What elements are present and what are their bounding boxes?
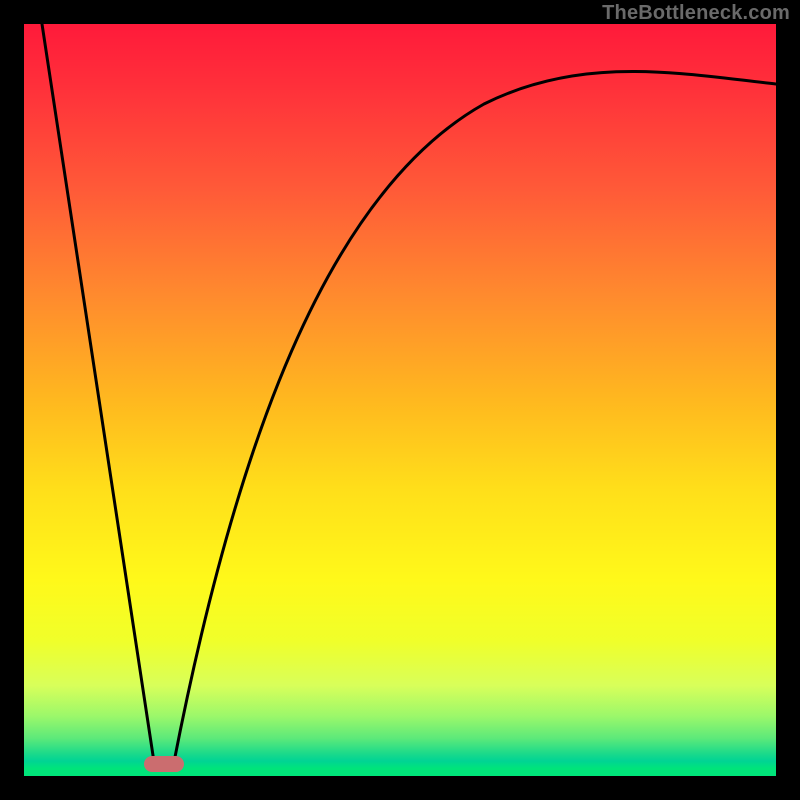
curve-right-segment [174, 72, 776, 763]
plot-area [24, 24, 776, 776]
optimal-point-marker [144, 756, 184, 772]
watermark-text: TheBottleneck.com [602, 2, 790, 25]
curve-left-segment [42, 24, 154, 762]
bottleneck-curve [24, 24, 776, 776]
chart-frame: TheBottleneck.com [0, 0, 800, 800]
